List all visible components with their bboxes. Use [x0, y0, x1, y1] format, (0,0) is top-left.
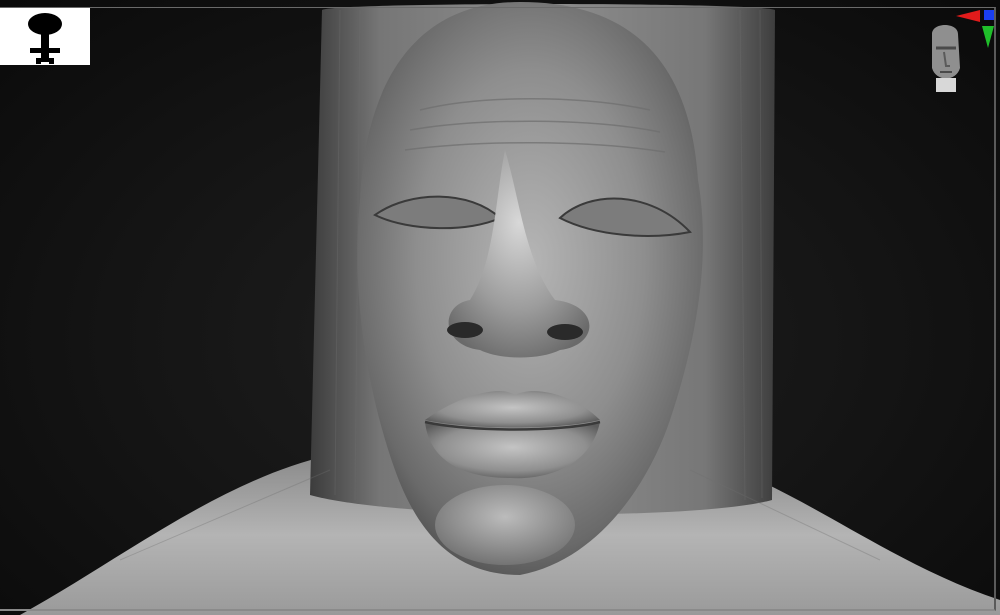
chin [435, 485, 575, 565]
head-navigator-icon [932, 10, 994, 92]
z-axis-icon [984, 10, 994, 20]
sculpt-model[interactable] [0, 0, 1000, 615]
orientation-navigator[interactable] [922, 8, 998, 98]
x-axis-icon [956, 10, 980, 22]
tool-silhouette-icon [28, 13, 62, 64]
tool-thumbnail[interactable] [0, 8, 90, 65]
y-axis-icon [982, 26, 994, 48]
sculpt-viewport[interactable] [0, 0, 1000, 615]
